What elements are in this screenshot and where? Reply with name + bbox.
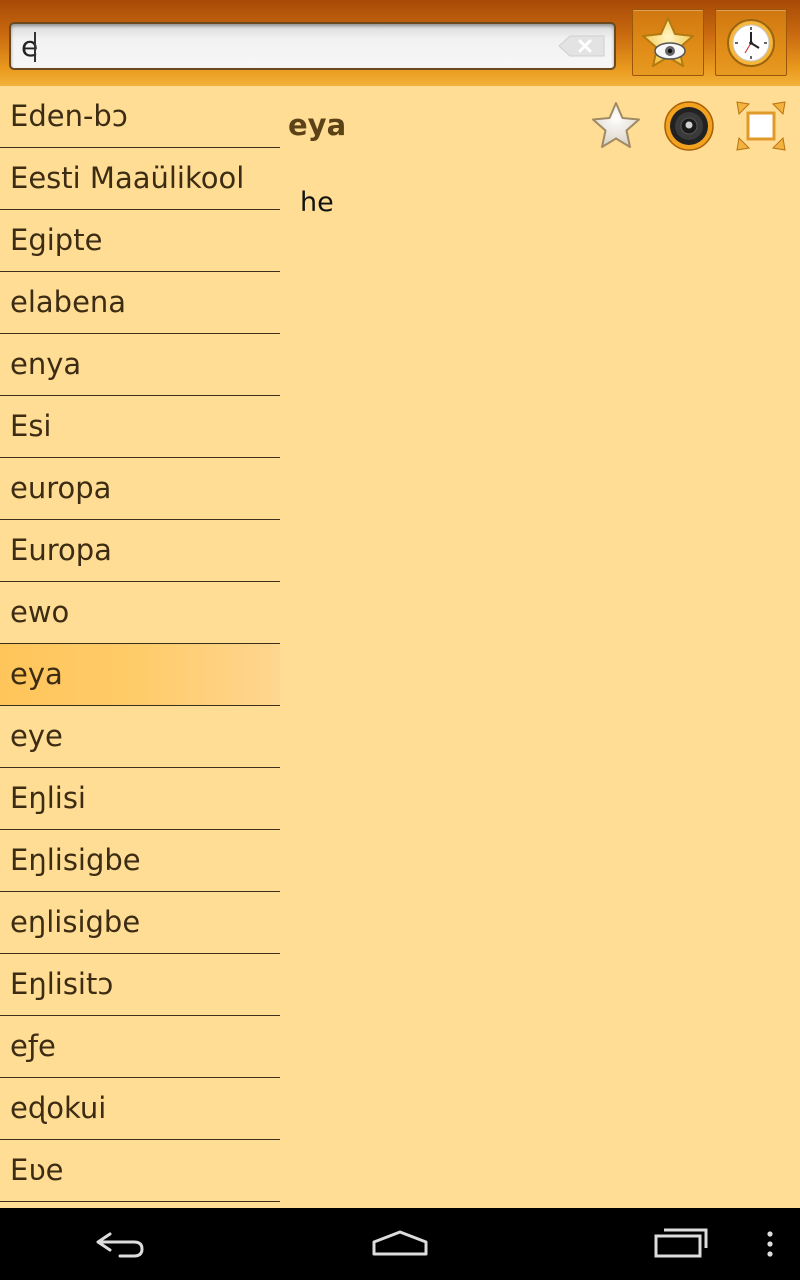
recent-apps-icon[interactable]: [652, 1222, 712, 1266]
top-bar: e: [0, 0, 800, 86]
speaker-icon[interactable]: [663, 100, 715, 152]
clear-search-icon[interactable]: [558, 35, 606, 57]
list-item[interactable]: Eŋlisi: [0, 768, 280, 830]
headword: eya: [288, 108, 347, 142]
list-item[interactable]: Eŋlisigbe: [0, 830, 280, 892]
back-icon[interactable]: [90, 1222, 150, 1266]
list-item[interactable]: eŋlisigbe: [0, 892, 280, 954]
star-eye-icon: [642, 16, 694, 67]
fullscreen-icon[interactable]: [735, 100, 787, 152]
list-item-selected[interactable]: eya: [0, 644, 280, 706]
list-item[interactable]: Europa: [0, 520, 280, 582]
home-icon[interactable]: [370, 1222, 430, 1266]
translation-text: he: [300, 187, 334, 218]
list-item[interactable]: ewo: [0, 582, 280, 644]
word-list[interactable]: Eden-bɔ Eesti Maaülikool Egipte elabena …: [0, 86, 280, 1208]
list-item[interactable]: Esi: [0, 396, 280, 458]
list-item[interactable]: europa: [0, 458, 280, 520]
list-item[interactable]: Eesti Maaülikool: [0, 148, 280, 210]
list-item[interactable]: eƒe: [0, 1016, 280, 1078]
text-cursor: [34, 32, 36, 62]
list-item[interactable]: Eŋlisitɔ: [0, 954, 280, 1016]
list-item[interactable]: elabena: [0, 272, 280, 334]
list-item[interactable]: enya: [0, 334, 280, 396]
list-item[interactable]: Egipte: [0, 210, 280, 272]
clock-icon: [727, 18, 775, 67]
system-nav-bar: [0, 1208, 800, 1280]
entry-detail: eya he: [280, 86, 800, 1208]
search-input[interactable]: e: [9, 22, 616, 70]
star-icon[interactable]: [590, 100, 642, 152]
list-item[interactable]: Eʋe: [0, 1140, 280, 1202]
overflow-menu-icon[interactable]: [760, 1222, 780, 1266]
favorites-button[interactable]: [632, 9, 704, 76]
list-item[interactable]: eɖokui: [0, 1078, 280, 1140]
list-item[interactable]: eye: [0, 706, 280, 768]
list-item[interactable]: Eden-bɔ: [0, 86, 280, 148]
history-button[interactable]: [715, 9, 787, 76]
